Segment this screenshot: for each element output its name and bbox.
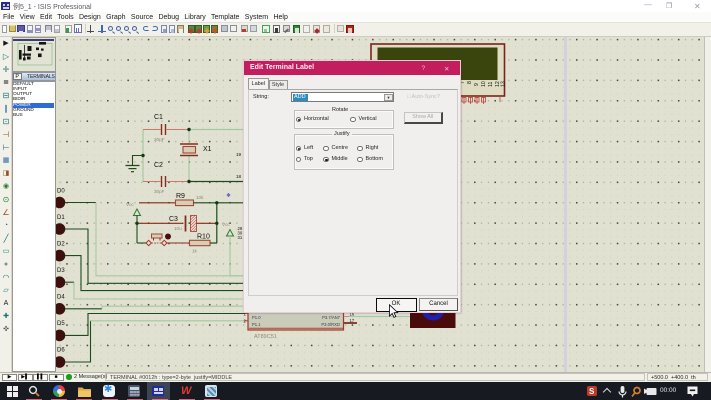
svg-text:C1: C1	[154, 114, 163, 121]
svg-text:D0: D0	[57, 189, 65, 195]
svg-text:30pF: 30pF	[154, 189, 165, 194]
svg-text:18: 18	[236, 174, 242, 179]
svg-text:7: 7	[460, 81, 466, 84]
svg-text:8: 8	[467, 81, 473, 84]
svg-text:P1.0: P1.0	[252, 315, 261, 320]
svg-text:30pF: 30pF	[154, 137, 165, 142]
svg-text:10u: 10u	[174, 226, 182, 231]
svg-text:D5: D5	[57, 321, 65, 327]
svg-text:C3: C3	[169, 216, 178, 223]
svg-text:1k: 1k	[192, 249, 198, 254]
svg-text:P1.1: P1.1	[252, 322, 261, 327]
svg-text:11: 11	[488, 82, 494, 87]
svg-text:D6: D6	[57, 348, 65, 354]
svg-text:13: 13	[501, 81, 507, 87]
svg-text:❖: ❖	[226, 193, 231, 199]
svg-text:D2: D2	[57, 242, 65, 248]
svg-text:Vcc: Vcc	[126, 202, 134, 207]
svg-text:R10: R10	[197, 234, 210, 241]
svg-text:Vcc: Vcc	[222, 222, 230, 227]
svg-text:AT89C51: AT89C51	[254, 334, 277, 340]
svg-text:C2: C2	[154, 162, 163, 169]
svg-text:R9: R9	[176, 193, 185, 200]
svg-text:19: 19	[236, 152, 242, 157]
svg-text:9: 9	[474, 83, 480, 86]
svg-text:10k: 10k	[196, 195, 204, 200]
svg-text:D3: D3	[57, 268, 65, 274]
svg-text:D4: D4	[57, 295, 65, 301]
svg-text:P3.0/RXD: P3.0/RXD	[321, 322, 340, 327]
svg-text:10: 10	[481, 81, 487, 87]
svg-text:D1: D1	[57, 215, 65, 221]
svg-text:P3.7/AN7: P3.7/AN7	[322, 315, 341, 320]
svg-text:X1: X1	[203, 146, 212, 153]
